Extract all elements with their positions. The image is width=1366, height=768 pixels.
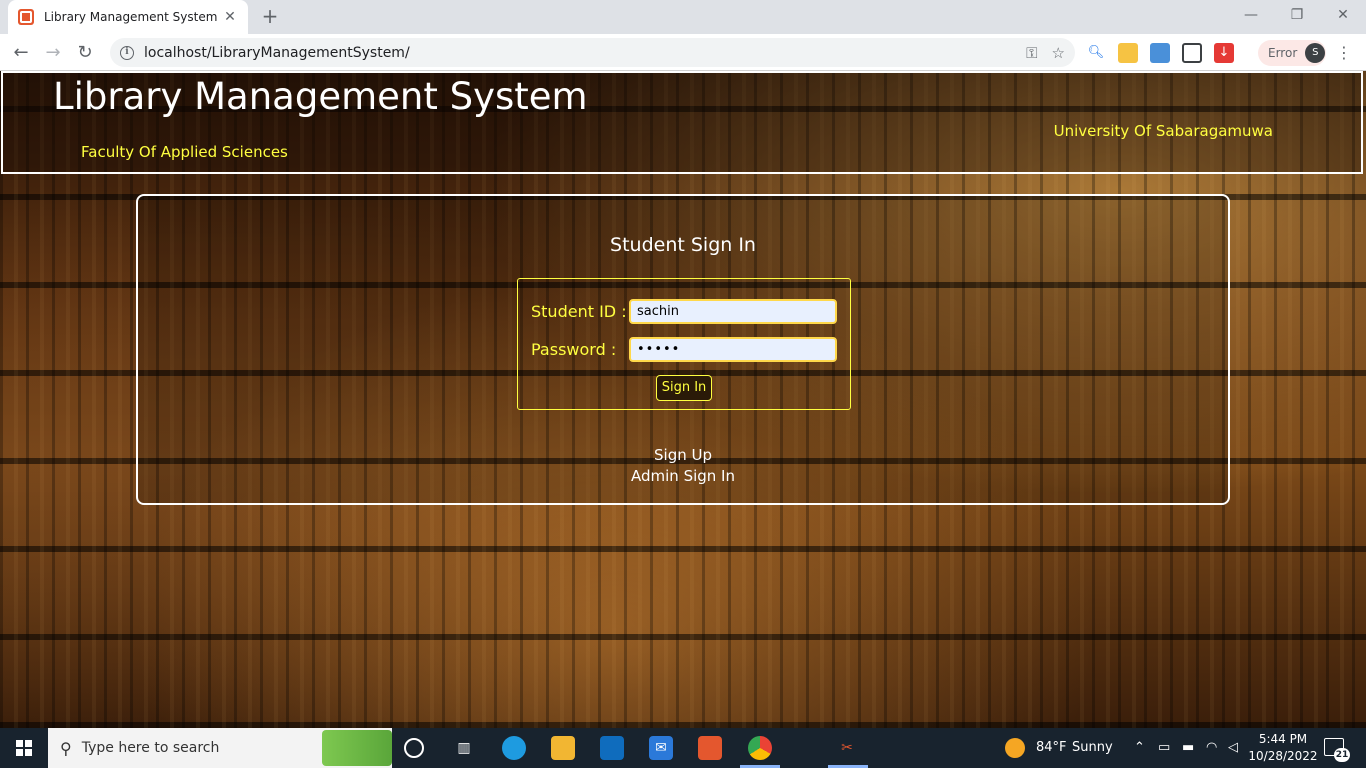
forward-icon[interactable]: → <box>40 40 66 66</box>
taskbar: ⚲ Type here to search ▥ ✉ ✂ 84°F Sunny ⌃… <box>0 728 1366 768</box>
weather-sun-icon[interactable] <box>1005 738 1025 758</box>
xampp-favicon-icon <box>18 9 34 25</box>
sign-up-link[interactable]: Sign Up <box>138 446 1228 464</box>
store-icon[interactable] <box>600 736 624 760</box>
tray-chevron-up-icon[interactable]: ⌃ <box>1134 740 1145 755</box>
back-icon[interactable]: ← <box>8 40 34 66</box>
admin-sign-in-link[interactable]: Admin Sign In <box>138 467 1228 485</box>
student-id-input[interactable]: sachin <box>629 299 837 324</box>
extension-cube-icon[interactable] <box>1182 43 1202 63</box>
close-tab-icon[interactable]: ✕ <box>222 9 238 25</box>
bookmark-star-icon[interactable]: ☆ <box>1052 44 1065 62</box>
login-form: Student ID : sachin Password : ••••• Sig… <box>517 278 851 410</box>
search-icon: ⚲ <box>60 738 72 758</box>
clock-time: 5:44 PM <box>1258 732 1308 746</box>
taskbar-search[interactable]: ⚲ Type here to search <box>48 728 392 768</box>
password-label: Password : <box>531 340 617 359</box>
extension-image-icon[interactable] <box>1150 43 1170 63</box>
tray-device-icon[interactable]: ▭ <box>1158 740 1170 755</box>
search-highlight-image <box>322 730 392 766</box>
taskbar-clock[interactable]: 5:44 PM 10/28/2022 <box>1248 731 1318 765</box>
browser-menu-icon[interactable]: ⋮ <box>1336 40 1352 66</box>
site-title: Library Management System <box>53 75 588 118</box>
university-label: University Of Sabaragamuwa <box>1053 122 1273 140</box>
file-explorer-icon[interactable] <box>551 736 575 760</box>
task-view-icon[interactable]: ▥ <box>452 736 476 760</box>
minimize-button[interactable]: — <box>1228 0 1274 34</box>
window-close-button[interactable]: ✕ <box>1320 0 1366 34</box>
password-key-icon[interactable]: ⚿ <box>1026 44 1037 62</box>
windows-logo-icon <box>16 740 32 756</box>
browser-tabstrip: Library Management System ✕ + — ❐ ✕ <box>0 0 1366 34</box>
error-label: Error <box>1268 46 1298 60</box>
browser-tab[interactable]: Library Management System ✕ <box>8 0 248 34</box>
search-placeholder: Type here to search <box>81 740 220 756</box>
notification-count-badge: 21 <box>1334 748 1350 762</box>
tab-title: Library Management System <box>44 10 218 24</box>
reload-icon[interactable]: ↻ <box>72 40 98 66</box>
profile-error-pill[interactable]: Error S <box>1258 40 1326 66</box>
student-id-label: Student ID : <box>531 302 627 321</box>
url-text[interactable]: localhost/LibraryManagementSystem/ <box>144 45 1012 61</box>
faculty-label: Faculty Of Applied Sciences <box>81 143 288 161</box>
cortana-icon[interactable] <box>404 738 424 758</box>
restore-button[interactable]: ❐ <box>1274 0 1320 34</box>
clock-date: 10/28/2022 <box>1248 749 1318 763</box>
mail-icon[interactable]: ✉ <box>649 736 673 760</box>
search-extension-icon[interactable]: 🔍︎ <box>1086 43 1106 63</box>
battery-icon[interactable]: ▬ <box>1182 740 1194 755</box>
browser-toolbar: ← → ↻ i localhost/LibraryManagementSyste… <box>0 34 1366 71</box>
new-tab-button[interactable]: + <box>258 5 282 29</box>
start-button[interactable] <box>0 728 48 768</box>
weather-temp[interactable]: 84°F <box>1036 740 1067 755</box>
site-header: Library Management System Faculty Of App… <box>1 71 1363 174</box>
extension-jar-icon[interactable] <box>1118 43 1138 63</box>
sign-in-button[interactable]: Sign In <box>656 375 712 401</box>
address-bar[interactable]: i localhost/LibraryManagementSystem/ ⚿ ☆ <box>110 38 1075 67</box>
login-panel: Student Sign In Student ID : sachin Pass… <box>136 194 1230 505</box>
password-input[interactable]: ••••• <box>629 337 837 362</box>
weather-text[interactable]: Sunny <box>1072 740 1113 755</box>
profile-avatar: S <box>1305 43 1326 63</box>
snip-tool-icon[interactable]: ✂ <box>835 736 859 760</box>
volume-icon[interactable]: ◁ <box>1228 740 1238 755</box>
edge-icon[interactable] <box>502 736 526 760</box>
login-heading: Student Sign In <box>610 234 756 256</box>
extension-download-icon[interactable]: ↓ <box>1214 43 1234 63</box>
wifi-icon[interactable]: ◠ <box>1206 740 1217 755</box>
page-background: Library Management System Faculty Of App… <box>0 71 1366 728</box>
xampp-icon[interactable] <box>698 736 722 760</box>
chrome-icon[interactable] <box>748 736 772 760</box>
site-info-icon[interactable]: i <box>120 45 134 60</box>
